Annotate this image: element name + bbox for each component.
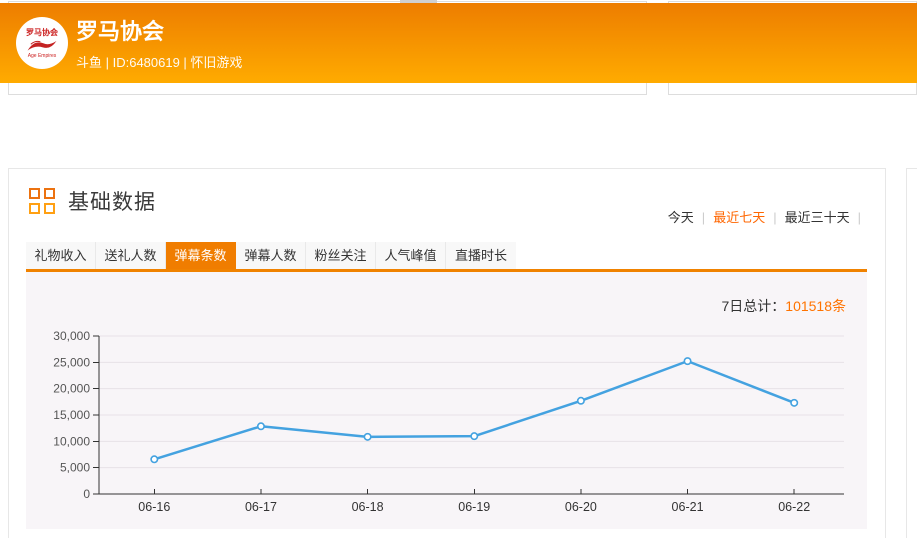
svg-text:06-21: 06-21: [672, 500, 704, 514]
tab-danmaku-users[interactable]: 弹幕人数: [236, 242, 306, 269]
date-range-selector: 今天|最近七天|最近三十天|: [664, 207, 865, 226]
svg-text:06-17: 06-17: [245, 500, 277, 514]
svg-text:0: 0: [83, 487, 90, 501]
svg-text:06-19: 06-19: [458, 500, 490, 514]
line-chart: 0 5,000 10,000 15,000 20,000 25,000 30,000 06-1…: [26, 272, 867, 529]
svg-text:30,000: 30,000: [53, 329, 90, 343]
channel-title: 罗马协会: [76, 18, 242, 46]
basic-data-panel: 基础数据 今天|最近七天|最近三十天| 礼物收入送礼人数弹幕条数弹幕人数粉丝关注…: [8, 168, 886, 538]
tab-popularity-peak[interactable]: 人气峰值: [376, 242, 446, 269]
svg-text:25,000: 25,000: [53, 355, 90, 369]
grid-icon: [29, 188, 55, 214]
svg-text:20,000: 20,000: [53, 382, 90, 396]
channel-header: 罗马协会 Age Empires 罗马协会 斗鱼 | ID:6480619 | …: [0, 3, 917, 83]
channel-avatar: 罗马协会 Age Empires: [16, 17, 68, 69]
range-option-last-7-days[interactable]: 最近七天: [709, 210, 769, 225]
range-option-last-30-days[interactable]: 最近三十天: [781, 210, 854, 225]
svg-text:15,000: 15,000: [53, 408, 90, 422]
svg-text:06-22: 06-22: [778, 500, 810, 514]
right-panel-fragment: [906, 168, 917, 538]
range-separator: |: [698, 210, 709, 225]
tab-danmaku-count[interactable]: 弹幕条数: [166, 242, 236, 269]
tab-stream-duration[interactable]: 直播时长: [446, 242, 516, 269]
tab-gifters[interactable]: 送礼人数: [96, 242, 166, 269]
svg-text:06-18: 06-18: [352, 500, 384, 514]
svg-text:06-16: 06-16: [138, 500, 170, 514]
svg-text:10,000: 10,000: [53, 434, 90, 448]
tab-gift-income[interactable]: 礼物收入: [26, 242, 96, 269]
metric-tabs: 礼物收入送礼人数弹幕条数弹幕人数粉丝关注人气峰值直播时长: [26, 242, 516, 269]
chart-area: 7日总计：101518条 05,00010,00015,00020,00025,…: [26, 272, 867, 529]
tab-followers[interactable]: 粉丝关注: [306, 242, 376, 269]
avatar-text-bottom: Age Empires: [28, 53, 57, 59]
section-title: 基础数据: [68, 186, 156, 216]
channel-meta: 斗鱼 | ID:6480619 | 怀旧游戏: [76, 52, 242, 71]
range-separator: |: [769, 210, 780, 225]
dragon-emblem-icon: [25, 37, 59, 53]
range-separator: |: [854, 210, 865, 225]
svg-text:06-20: 06-20: [565, 500, 597, 514]
range-option-today[interactable]: 今天: [664, 210, 698, 225]
svg-text:5,000: 5,000: [60, 461, 90, 475]
avatar-text-top: 罗马协会: [26, 28, 58, 37]
